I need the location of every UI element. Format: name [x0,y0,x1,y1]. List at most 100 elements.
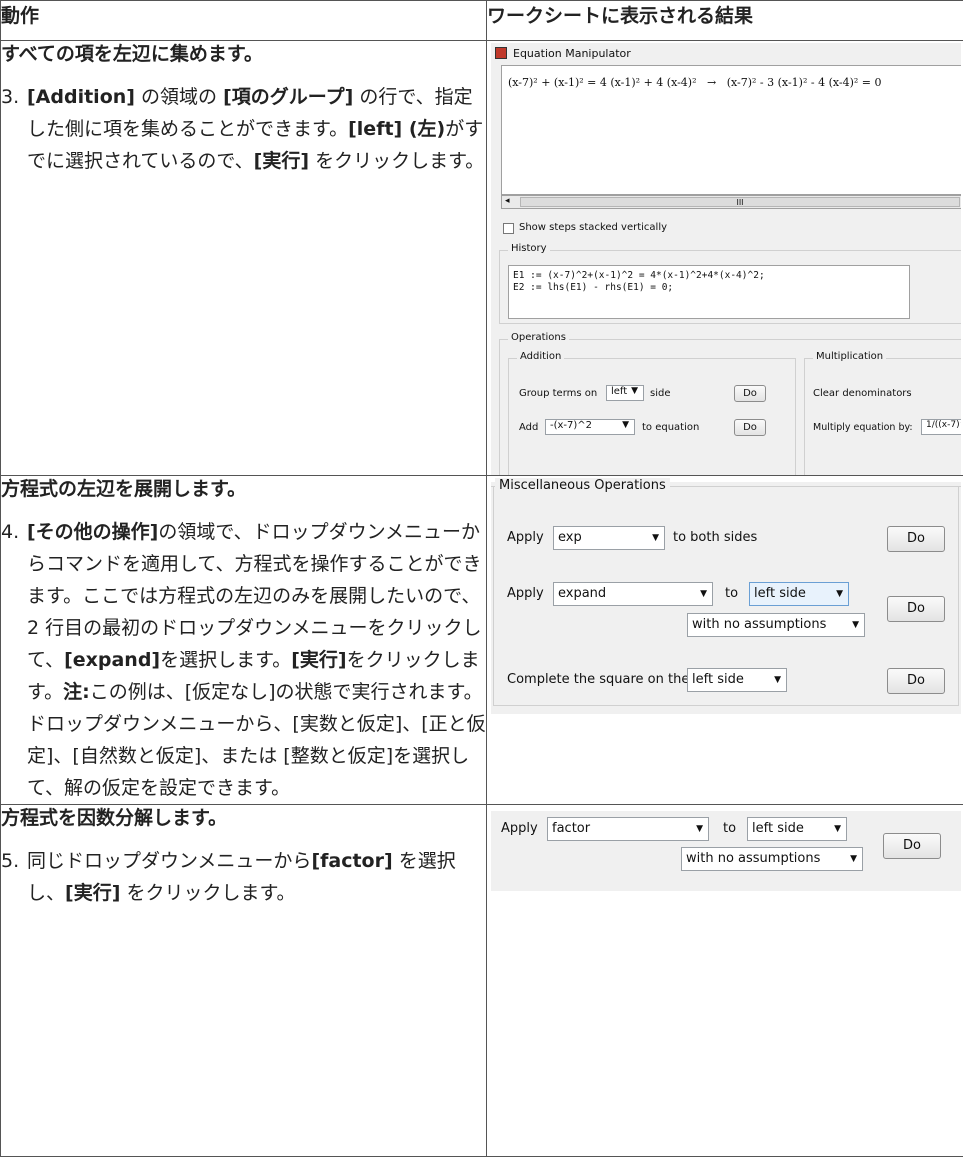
dropdown-value: -(x-7)^2 [550,420,592,431]
header-result: ワークシートに表示される結果 [487,1,963,41]
factor-panel: Apply factor▼ to left side▼ with no assu… [491,811,961,891]
dropdown-value: with no assumptions [692,614,826,636]
dropdown-value: exp [558,527,582,549]
dropdown-value: left [611,386,627,397]
chevron-down-icon: ▼ [836,583,843,605]
multiplication-label: Multiplication [813,351,886,362]
step-4-text: 4. [その他の操作]の領域で、ドロップダウンメニューからコマンドを適用して、方… [1,516,486,804]
chevron-down-icon: ▼ [631,386,638,396]
add-label: Add [519,422,538,433]
step-3-title: すべての項を左辺に集めます。 [1,41,486,67]
complete-square-do-button[interactable]: Do [887,668,945,694]
term-run: [実行] [291,649,346,671]
step-number: 3. [1,81,19,113]
scroll-left-icon[interactable]: ◂ [505,196,510,206]
assumption-dropdown[interactable]: with no assumptions ▼ [681,847,863,871]
chevron-down-icon: ▼ [852,614,859,636]
show-steps-checkbox[interactable] [503,223,514,234]
apply-label: Apply [507,586,544,601]
chevron-down-icon: ▼ [850,848,857,870]
input-value: 1/((x-7)^2 [926,420,961,430]
complete-square-side-dropdown[interactable]: left side ▼ [687,668,787,692]
arrow: → [707,76,716,89]
term-addition: [Addition] [27,86,135,108]
history-line: E1 := (x-7)^2+(x-1)^2 = 4*(x-1)^2+4*(x-4… [513,270,905,282]
text: この例は、[仮定なし]の状態で実行されます。ドロップダウンメニューから、[実数と… [27,681,486,799]
app-icon [495,47,507,59]
add-term-dropdown[interactable]: -(x-7)^2 ▼ [545,419,635,435]
apply-label: Apply [501,821,538,836]
to-label: to [725,586,738,601]
h-scrollbar[interactable]: ◂ III [501,195,961,209]
step-5-title: 方程式を因数分解します。 [1,805,486,831]
text: をクリックします。 [315,150,484,172]
multiplication-group: Multiplication Clear denominators Multip… [804,358,961,475]
step-4-title: 方程式の左辺を展開します。 [1,476,486,502]
group-terms-label: Group terms on [519,388,597,399]
misc-operations-label: Miscellaneous Operations [495,478,670,493]
misc-operations-panel: Miscellaneous Operations Apply exp▼ to b… [491,482,961,714]
to-both-sides-label: to both sides [673,530,757,545]
expand-do-button[interactable]: Do [887,596,945,622]
group-side-dropdown[interactable]: left ▼ [606,385,644,401]
group-do-button[interactable]: Do [734,385,766,402]
output-area: (x-7)² + (x-1)² = 4 (x-1)² + 4 (x-4)² → … [501,65,961,195]
apply-label: Apply [507,530,544,545]
step-4-cell: 方程式の左辺を展開します。 4. [その他の操作]の領域で、ドロップダウンメニュ… [1,476,487,805]
term-expand: [expand] [64,649,160,671]
equation-left: (x-7)² + (x-1)² = 4 (x-1)² + 4 (x-4)² [508,76,697,89]
manipulator-cell: Equation Manipulator (x-7)² + (x-1)² = 4… [487,41,963,476]
chevron-down-icon: ▼ [774,669,781,691]
add-do-button[interactable]: Do [734,419,766,436]
side-dropdown[interactable]: left side▼ [747,817,847,841]
step-3-text: 3. [Addition] の領域の [項のグループ] の行で、指定した側に項を… [1,81,486,177]
dropdown-value: with no assumptions [686,848,820,870]
instruction-table: 動作 ワークシートに表示される結果 すべての項を左辺に集めます。 3. [Add… [0,0,963,1157]
multiply-input[interactable]: 1/((x-7)^2 [921,419,961,435]
side-label: side [650,388,671,399]
text: 同じドロップダウンメニューから [27,850,311,872]
note-label: 注: [63,681,90,703]
step-5-cell: 方程式を因数分解します。 5. 同じドロップダウンメニューから[factor] … [1,805,487,1157]
exp-dropdown[interactable]: exp ▼ [553,526,665,550]
text: の領域の [141,86,217,108]
window-title: Equation Manipulator [513,47,631,60]
term-run: [実行] [65,882,120,904]
factor-dropdown[interactable]: factor ▼ [547,817,709,841]
factor-cell: Apply factor▼ to left side▼ with no assu… [487,805,963,1157]
chevron-down-icon: ▼ [696,818,703,840]
term-other-ops: [その他の操作] [27,521,158,543]
step-number: 5. [1,845,19,877]
term-left: [left] (左) [348,118,445,140]
dropdown-value: expand [558,583,606,605]
dropdown-value: left side [692,669,744,691]
step-number: 4. [1,516,19,548]
to-equation-label: to equation [642,422,699,433]
term-group: [項のグループ] [223,86,353,108]
chevron-down-icon: ▼ [622,420,629,430]
step-3-cell: すべての項を左辺に集めます。 3. [Addition] の領域の [項のグルー… [1,41,487,476]
operations-group: Operations Addition Group terms on left▼… [499,339,961,475]
misc-cell: Miscellaneous Operations Apply exp ▼ to b… [487,476,963,805]
show-steps-label: Show steps stacked vertically [519,222,667,233]
expand-dropdown[interactable]: expand ▼ [553,582,713,606]
addition-label: Addition [517,351,564,362]
exp-do-button[interactable]: Do [887,526,945,552]
assumption-dropdown[interactable]: with no assumptions ▼ [687,613,865,637]
side-dropdown[interactable]: left side ▼ [749,582,849,606]
chevron-down-icon: ▼ [834,818,841,840]
step-5-text: 5. 同じドロップダウンメニューから[factor] を選択し、[実行] をクリ… [1,845,486,909]
header-action: 動作 [1,1,487,41]
complete-square-label: Complete the square on the [507,672,689,687]
chevron-down-icon: ▼ [700,583,707,605]
equation-line: (x-7)² + (x-1)² = 4 (x-1)² + 4 (x-4)² → … [508,76,882,89]
clear-denominators-label: Clear denominators [813,388,912,399]
history-textarea[interactable]: E1 := (x-7)^2+(x-1)^2 = 4*(x-1)^2+4*(x-4… [508,265,910,319]
text: を選択します。 [160,649,291,671]
chevron-down-icon: ▼ [652,527,659,549]
addition-group: Addition Group terms on left▼ side Do Ad… [508,358,796,475]
scroll-thumb[interactable]: III [520,197,960,207]
dropdown-value: left side [754,583,806,605]
dropdown-value: factor [552,818,590,840]
factor-do-button[interactable]: Do [883,833,941,859]
